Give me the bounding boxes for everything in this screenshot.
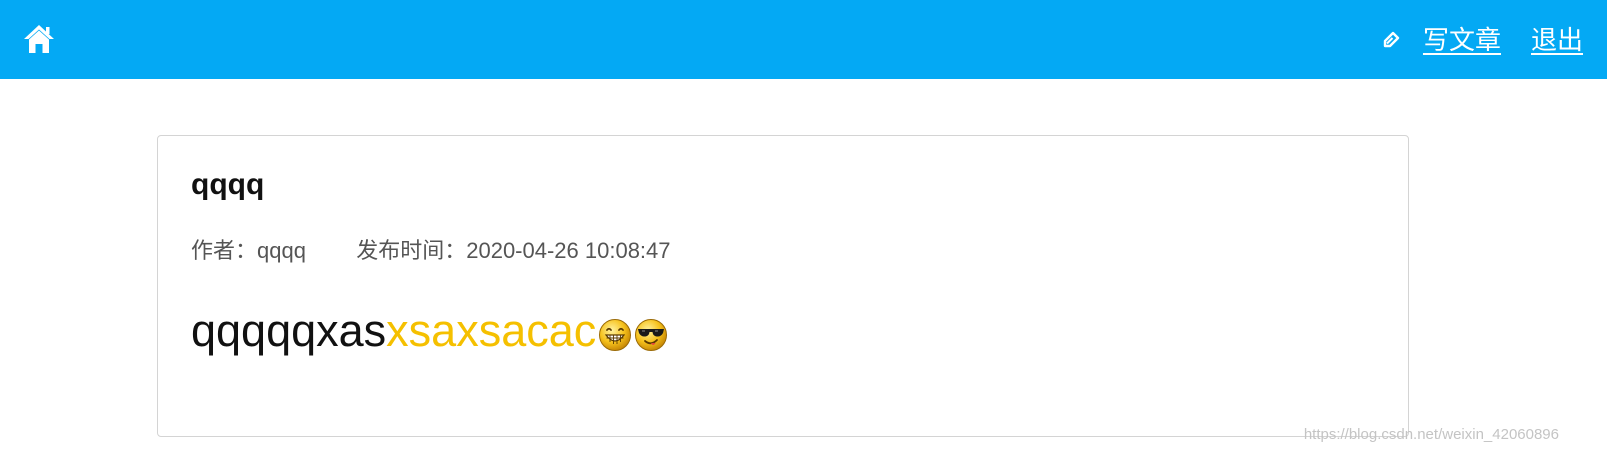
content-highlight-text: xsaxsacac [386,305,597,356]
sunglasses-emoji-icon [634,314,668,351]
author-name: qqqq [257,238,306,263]
top-navbar: 写文章 退出 [0,0,1607,79]
post-title: qqqq [191,168,265,201]
header-actions: 写文章 退出 [1381,0,1583,79]
watermark: https://blog.csdn.net/weixin_42060896 [1303,426,1559,443]
author-label: 作者： [191,238,258,263]
published-label: 发布时间： [356,238,467,263]
home-icon[interactable] [22,22,56,56]
post-content: qqqqqxas xsaxsacac [191,308,668,353]
published-time: 2020-04-26 10:08:47 [466,238,671,263]
edit-icon[interactable] [1381,30,1401,50]
write-article-link[interactable]: 写文章 [1423,27,1501,53]
content-plain-text: qqqqqxas [191,305,387,356]
post-card: qqqq 作者：qqqq 发布时间：2020-04-26 10:08:47 qq… [157,135,1409,437]
grinning-emoji-icon [598,314,632,351]
post-meta: 作者：qqqq 发布时间：2020-04-26 10:08:47 [191,240,671,262]
logout-link[interactable]: 退出 [1531,27,1583,53]
